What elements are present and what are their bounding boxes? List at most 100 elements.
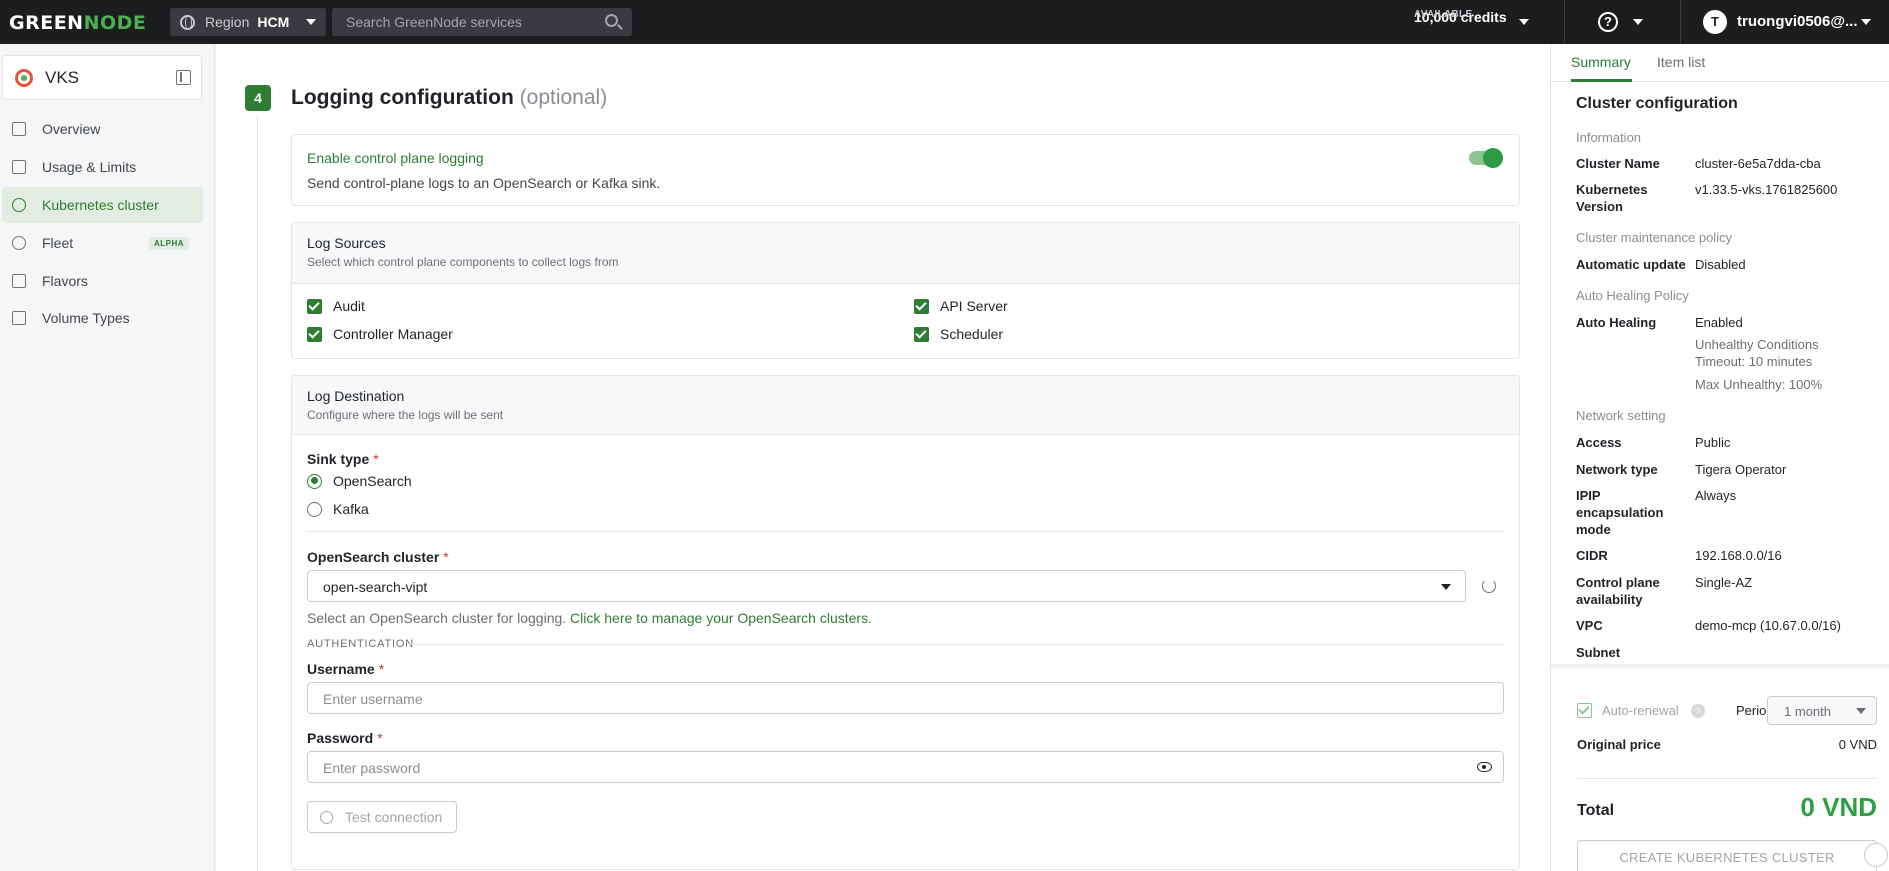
- greennode-logo[interactable]: GREENNODE: [9, 12, 146, 34]
- avatar[interactable]: T: [1703, 10, 1727, 34]
- unhealthy-timeout: Unhealthy Conditions Timeout: 10 minutes: [1695, 337, 1819, 369]
- log-destination-title: Log Destination: [307, 388, 405, 404]
- optional-label: (optional): [519, 86, 608, 109]
- sidebar-item-fleet[interactable]: Fleet ALPHA: [2, 225, 203, 261]
- sink-type-label: Sink type *: [307, 451, 379, 467]
- pricing-section: Auto-renewal ? Period 1 month Original p…: [1551, 664, 1889, 871]
- ipip-value: Always: [1695, 488, 1737, 503]
- sidebar-item-label: Overview: [42, 121, 101, 137]
- chevron-down-icon[interactable]: [1861, 19, 1871, 25]
- chevron-down-icon[interactable]: [1519, 19, 1529, 25]
- search-icon: [605, 14, 618, 27]
- period-select[interactable]: 1 month: [1767, 696, 1877, 725]
- collapse-sidebar-icon[interactable]: [176, 70, 191, 85]
- log-destination-header: Log Destination Configure where the logs…: [292, 376, 1519, 435]
- manage-opensearch-link[interactable]: Click here to manage your OpenSearch clu…: [570, 610, 872, 626]
- chevron-down-icon: [1441, 584, 1451, 590]
- vpc-value: demo-mcp (10.67.0.0/16): [1695, 618, 1841, 633]
- summary-tabs: Summary Item list: [1551, 44, 1889, 82]
- checkbox-checked-icon: [307, 298, 322, 314]
- chevron-down-icon[interactable]: [1633, 19, 1643, 25]
- original-price-row: Original price 0 VND: [1577, 737, 1877, 752]
- divider: [1577, 778, 1877, 779]
- k8s-version-value: v1.33.5-vks.1761825600: [1695, 182, 1838, 197]
- opensearch-cluster-label: OpenSearch cluster *: [307, 549, 449, 565]
- auto-healing-heading: Auto Healing Policy: [1576, 288, 1689, 303]
- chat-icon[interactable]: [1864, 843, 1888, 867]
- maintenance-heading: Cluster maintenance policy: [1576, 230, 1733, 245]
- help-icon[interactable]: ?: [1691, 704, 1705, 718]
- network-type-value: Tigera Operator: [1695, 462, 1787, 477]
- sidebar-item-volume-types[interactable]: Volume Types: [2, 300, 203, 336]
- auto-renewal-checkbox[interactable]: [1577, 703, 1592, 718]
- volume-icon: [12, 311, 26, 325]
- service-name: VKS: [45, 67, 80, 87]
- check-circle-icon: [320, 810, 333, 824]
- checkbox-checked-icon: [914, 298, 929, 314]
- k8s-version-key: Kubernetes Version: [1576, 182, 1648, 214]
- auto-update-value: Disabled: [1695, 257, 1746, 272]
- username-label: Username *: [307, 661, 385, 677]
- audit-checkbox[interactable]: Audit: [307, 298, 365, 314]
- sidebar-item-kubernetes-cluster[interactable]: Kubernetes cluster: [2, 187, 203, 223]
- tab-item-list[interactable]: Item list: [1657, 54, 1705, 70]
- eye-icon[interactable]: [1477, 762, 1492, 772]
- sidebar-item-flavors[interactable]: Flavors: [2, 263, 203, 299]
- vks-logo-icon: [15, 68, 33, 87]
- authentication-heading: AUTHENTICATION: [307, 638, 414, 650]
- top-bar: GREENNODE Region HCM Search GreenNode se…: [0, 0, 1889, 44]
- cidr-key: CIDR: [1576, 548, 1608, 563]
- cp-availability-value: Single-AZ: [1695, 575, 1753, 590]
- region-selector[interactable]: Region HCM: [170, 8, 326, 36]
- active-tab-indicator: [1571, 79, 1632, 82]
- help-icon[interactable]: ?: [1598, 12, 1618, 32]
- password-input[interactable]: Enter password: [307, 751, 1504, 783]
- service-search-input[interactable]: Search GreenNode services: [332, 8, 632, 36]
- kafka-radio[interactable]: Kafka: [307, 501, 369, 517]
- log-sources-header: Log Sources Select which control plane c…: [292, 223, 1519, 284]
- step-number: 4: [245, 85, 271, 111]
- page-title: Logging configuration (optional): [291, 86, 608, 109]
- log-destination-subtitle: Configure where the logs will be sent: [307, 408, 504, 422]
- refresh-icon[interactable]: [1482, 579, 1496, 593]
- opensearch-cluster-select[interactable]: open-search-vipt: [307, 570, 1466, 602]
- sidebar-item-overview[interactable]: Overview: [2, 111, 203, 147]
- control-plane-logging-toggle[interactable]: [1469, 148, 1503, 168]
- opensearch-help-text: Select an OpenSearch cluster for logging…: [307, 610, 872, 626]
- user-menu[interactable]: truongvi0506@...: [1737, 13, 1858, 30]
- divider: [1680, 0, 1681, 44]
- region-label: Region: [205, 14, 250, 30]
- vpc-key: VPC: [1576, 618, 1603, 633]
- opensearch-radio[interactable]: OpenSearch: [307, 473, 412, 489]
- scheduler-checkbox[interactable]: Scheduler: [914, 326, 1003, 342]
- checkbox-checked-icon: [914, 326, 929, 342]
- sidebar-item-usage-limits[interactable]: Usage & Limits: [2, 149, 203, 185]
- test-connection-button[interactable]: Test connection: [307, 801, 458, 833]
- fleet-icon: [12, 236, 26, 250]
- divider: [1564, 0, 1565, 44]
- divider: [307, 531, 1504, 532]
- log-sources-card: Log Sources Select which control plane c…: [291, 222, 1520, 359]
- chevron-down-icon: [306, 19, 316, 25]
- sidebar-item-label: Kubernetes cluster: [42, 197, 159, 213]
- radio-unselected-icon: [307, 501, 322, 517]
- sidebar-item-label: Usage & Limits: [42, 159, 137, 175]
- cp-availability-key: Control plane availability: [1576, 575, 1660, 607]
- log-sources-subtitle: Select which control plane components to…: [307, 255, 619, 269]
- create-cluster-button[interactable]: CREATE KUBERNETES CLUSTER: [1577, 840, 1877, 871]
- tab-summary[interactable]: Summary: [1571, 54, 1631, 70]
- divider: [409, 644, 1504, 645]
- cluster-name-value: cluster-6e5a7dda-cba: [1695, 156, 1821, 171]
- subnet-key: Subnet: [1576, 645, 1621, 660]
- credits-display[interactable]: AVAILABLE 10,000 credits: [1414, 9, 1507, 25]
- auto-healing-key: Auto Healing: [1576, 315, 1657, 330]
- api-server-checkbox[interactable]: API Server: [914, 298, 1008, 314]
- original-price-key: Original price: [1577, 737, 1661, 752]
- control-plane-logging-title: Enable control plane logging: [307, 150, 484, 166]
- ipip-key: IPIP encapsulation mode: [1576, 488, 1664, 537]
- search-placeholder: Search GreenNode services: [346, 14, 522, 30]
- controller-manager-checkbox[interactable]: Controller Manager: [307, 326, 453, 342]
- access-value: Public: [1695, 435, 1731, 450]
- username-input[interactable]: Enter username: [307, 682, 1504, 714]
- cluster-configuration-title: Cluster configuration: [1576, 95, 1738, 112]
